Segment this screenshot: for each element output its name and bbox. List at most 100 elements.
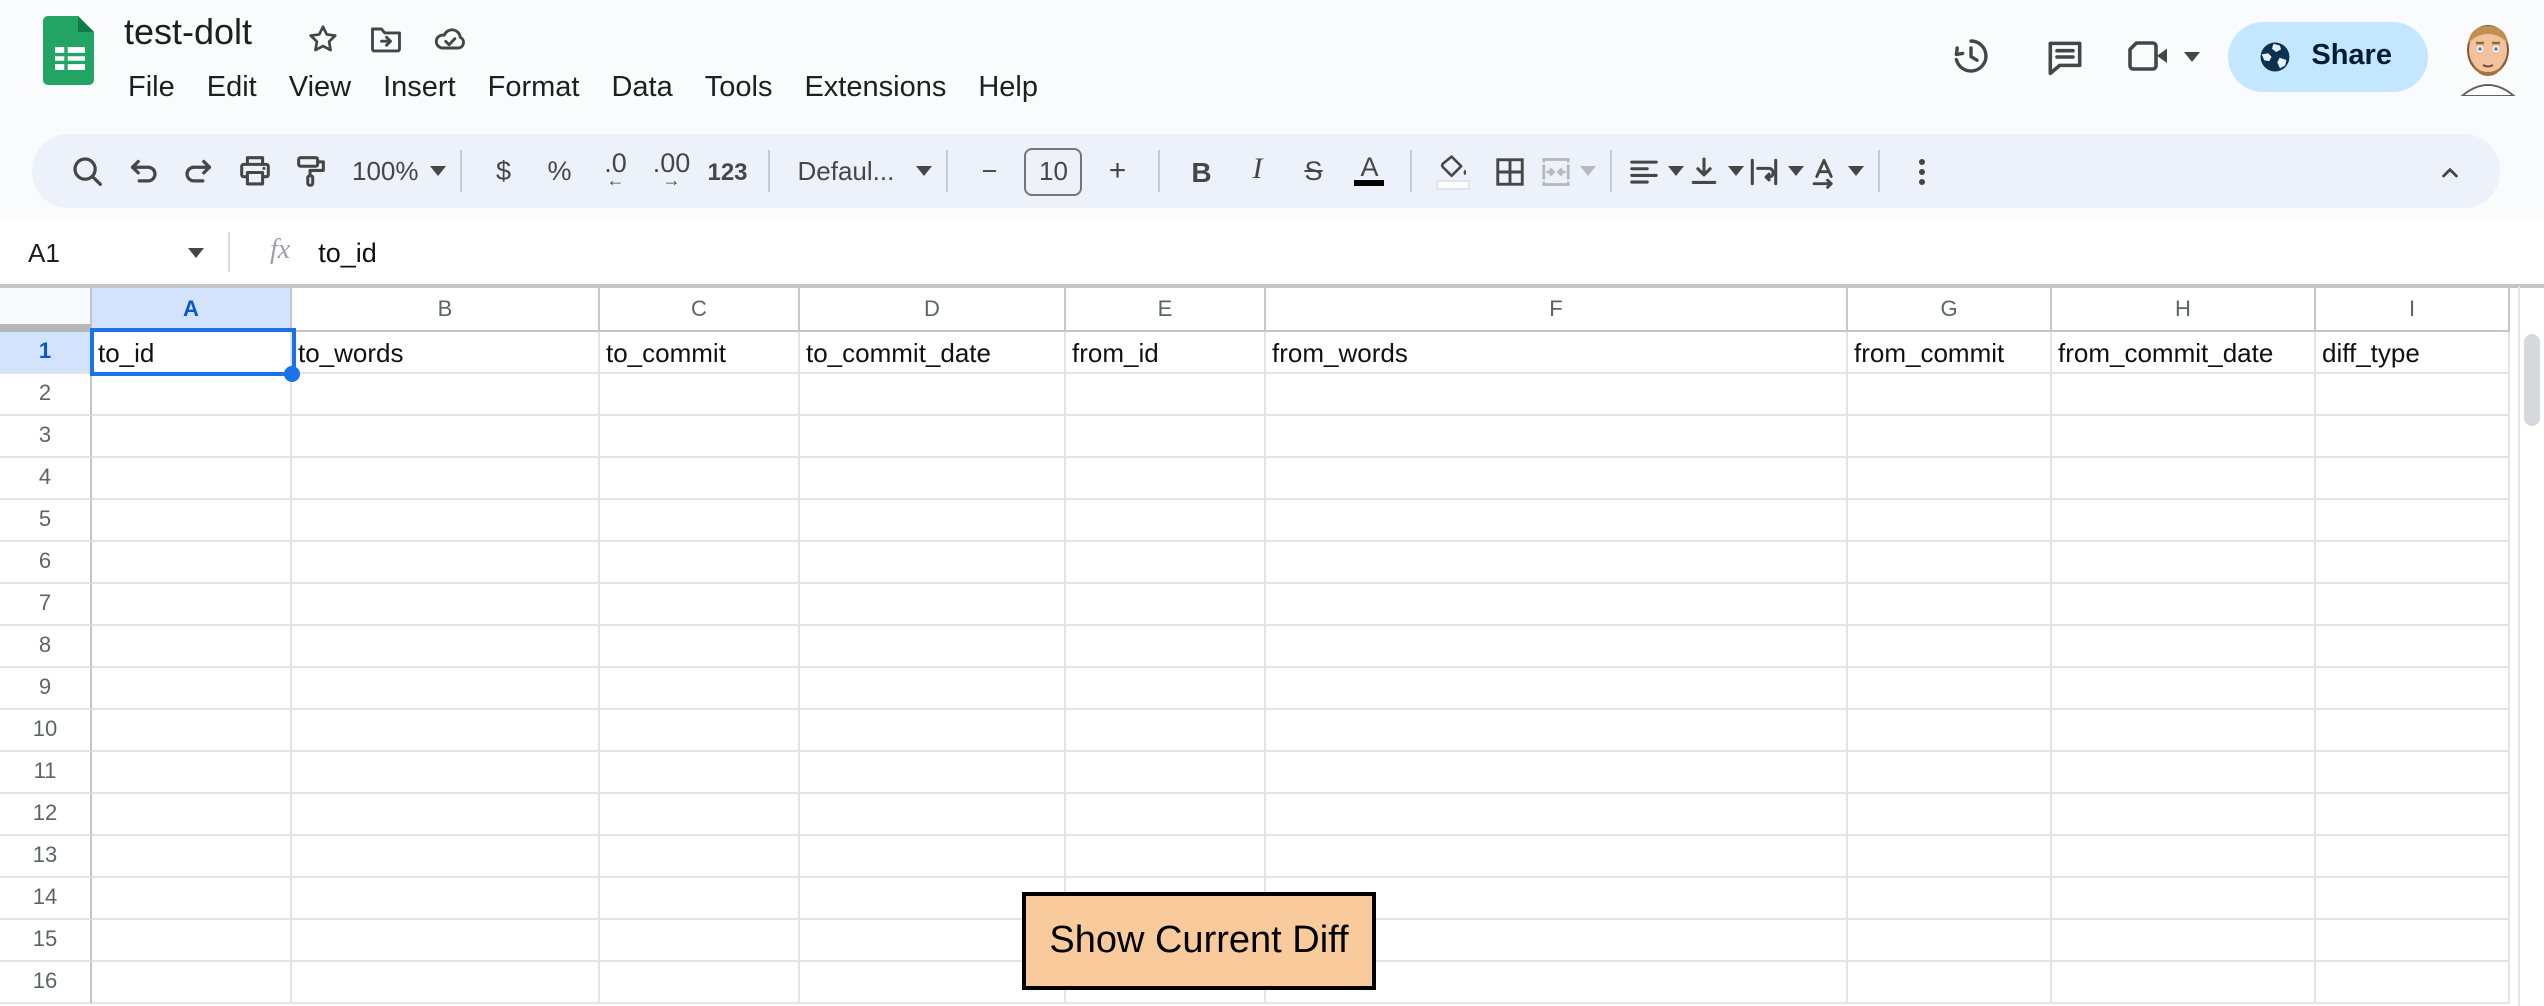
cell-D1[interactable]: to_commit_date (800, 332, 1066, 374)
cell-G15[interactable] (1848, 920, 2052, 962)
cell-B14[interactable] (292, 878, 600, 920)
row-header-9[interactable]: 9 (0, 668, 92, 710)
cell-H16[interactable] (2052, 962, 2316, 1004)
cell-A6[interactable] (92, 542, 292, 584)
cell-D13[interactable] (800, 836, 1066, 878)
version-history-button[interactable] (1931, 18, 2007, 94)
cell-E13[interactable] (1066, 836, 1266, 878)
cell-D8[interactable] (800, 626, 1066, 668)
cell-C11[interactable] (600, 752, 800, 794)
cell-B13[interactable] (292, 836, 600, 878)
column-header-h[interactable]: H (2052, 288, 2316, 332)
row-header-14[interactable]: 14 (0, 878, 92, 920)
text-rotation-button[interactable] (1807, 144, 1865, 198)
cell-F7[interactable] (1266, 584, 1848, 626)
cell-A16[interactable] (92, 962, 292, 1004)
cell-D9[interactable] (800, 668, 1066, 710)
cell-I14[interactable] (2316, 878, 2510, 920)
cell-I4[interactable] (2316, 458, 2510, 500)
row-header-11[interactable]: 11 (0, 752, 92, 794)
formula-input[interactable]: to_id (318, 237, 377, 267)
account-avatar[interactable] (2452, 16, 2524, 96)
column-header-c[interactable]: C (600, 288, 800, 332)
cell-G12[interactable] (1848, 794, 2052, 836)
cell-I16[interactable] (2316, 962, 2510, 1004)
cell-B1[interactable]: to_words (292, 332, 600, 374)
row-header-7[interactable]: 7 (0, 584, 92, 626)
cell-C4[interactable] (600, 458, 800, 500)
cell-H11[interactable] (2052, 752, 2316, 794)
cell-A2[interactable] (92, 374, 292, 416)
cell-A8[interactable] (92, 626, 292, 668)
cell-G6[interactable] (1848, 542, 2052, 584)
cell-G10[interactable] (1848, 710, 2052, 752)
horizontal-align-button[interactable] (1627, 144, 1685, 198)
row-header-8[interactable]: 8 (0, 626, 92, 668)
format-currency-button[interactable]: $ (477, 144, 531, 198)
document-title[interactable]: test-dolt (124, 12, 252, 54)
decrease-font-size-button[interactable]: − (963, 144, 1017, 198)
menu-item-tools[interactable]: Tools (689, 68, 789, 108)
increase-font-size-button[interactable]: + (1091, 144, 1145, 198)
cloud-saved-icon[interactable] (432, 20, 468, 56)
cell-I8[interactable] (2316, 626, 2510, 668)
text-wrapping-button[interactable] (1747, 144, 1805, 198)
column-header-a[interactable]: A (92, 288, 292, 332)
cell-A5[interactable] (92, 500, 292, 542)
cell-E5[interactable] (1066, 500, 1266, 542)
cell-G16[interactable] (1848, 962, 2052, 1004)
cell-I10[interactable] (2316, 710, 2510, 752)
merge-cells-button[interactable] (1539, 144, 1597, 198)
row-header-12[interactable]: 12 (0, 794, 92, 836)
cell-F12[interactable] (1266, 794, 1848, 836)
menu-item-insert[interactable]: Insert (367, 68, 472, 108)
cell-F11[interactable] (1266, 752, 1848, 794)
format-percent-button[interactable]: % (533, 144, 587, 198)
cell-A14[interactable] (92, 878, 292, 920)
menu-item-view[interactable]: View (273, 68, 367, 108)
cell-G1[interactable]: from_commit (1848, 332, 2052, 374)
cell-H4[interactable] (2052, 458, 2316, 500)
cell-A3[interactable] (92, 416, 292, 458)
cell-I2[interactable] (2316, 374, 2510, 416)
cell-E10[interactable] (1066, 710, 1266, 752)
cell-E8[interactable] (1066, 626, 1266, 668)
cell-F4[interactable] (1266, 458, 1848, 500)
column-header-d[interactable]: D (800, 288, 1066, 332)
cell-H10[interactable] (2052, 710, 2316, 752)
sheets-logo-icon[interactable] (42, 14, 98, 86)
text-color-button[interactable]: A (1343, 144, 1397, 198)
cell-C2[interactable] (600, 374, 800, 416)
cell-A13[interactable] (92, 836, 292, 878)
cell-F5[interactable] (1266, 500, 1848, 542)
cell-I5[interactable] (2316, 500, 2510, 542)
cell-I9[interactable] (2316, 668, 2510, 710)
cell-A10[interactable] (92, 710, 292, 752)
cell-H6[interactable] (2052, 542, 2316, 584)
cell-A1[interactable]: to_id (92, 332, 292, 374)
cell-E6[interactable] (1066, 542, 1266, 584)
cell-H15[interactable] (2052, 920, 2316, 962)
show-current-diff-button[interactable]: Show Current Diff (1022, 892, 1376, 990)
row-header-13[interactable]: 13 (0, 836, 92, 878)
cell-F9[interactable] (1266, 668, 1848, 710)
cell-H7[interactable] (2052, 584, 2316, 626)
borders-button[interactable] (1483, 144, 1537, 198)
cell-E1[interactable]: from_id (1066, 332, 1266, 374)
cell-C5[interactable] (600, 500, 800, 542)
cell-B4[interactable] (292, 458, 600, 500)
comments-button[interactable] (2027, 18, 2103, 94)
column-header-f[interactable]: F (1266, 288, 1848, 332)
undo-button[interactable] (116, 144, 170, 198)
cell-C12[interactable] (600, 794, 800, 836)
cell-G9[interactable] (1848, 668, 2052, 710)
cell-A12[interactable] (92, 794, 292, 836)
cell-H9[interactable] (2052, 668, 2316, 710)
cell-C3[interactable] (600, 416, 800, 458)
cell-B7[interactable] (292, 584, 600, 626)
fill-handle[interactable] (284, 366, 300, 382)
cell-E12[interactable] (1066, 794, 1266, 836)
row-header-5[interactable]: 5 (0, 500, 92, 542)
cell-A4[interactable] (92, 458, 292, 500)
font-select[interactable]: Defaul... (785, 144, 933, 198)
